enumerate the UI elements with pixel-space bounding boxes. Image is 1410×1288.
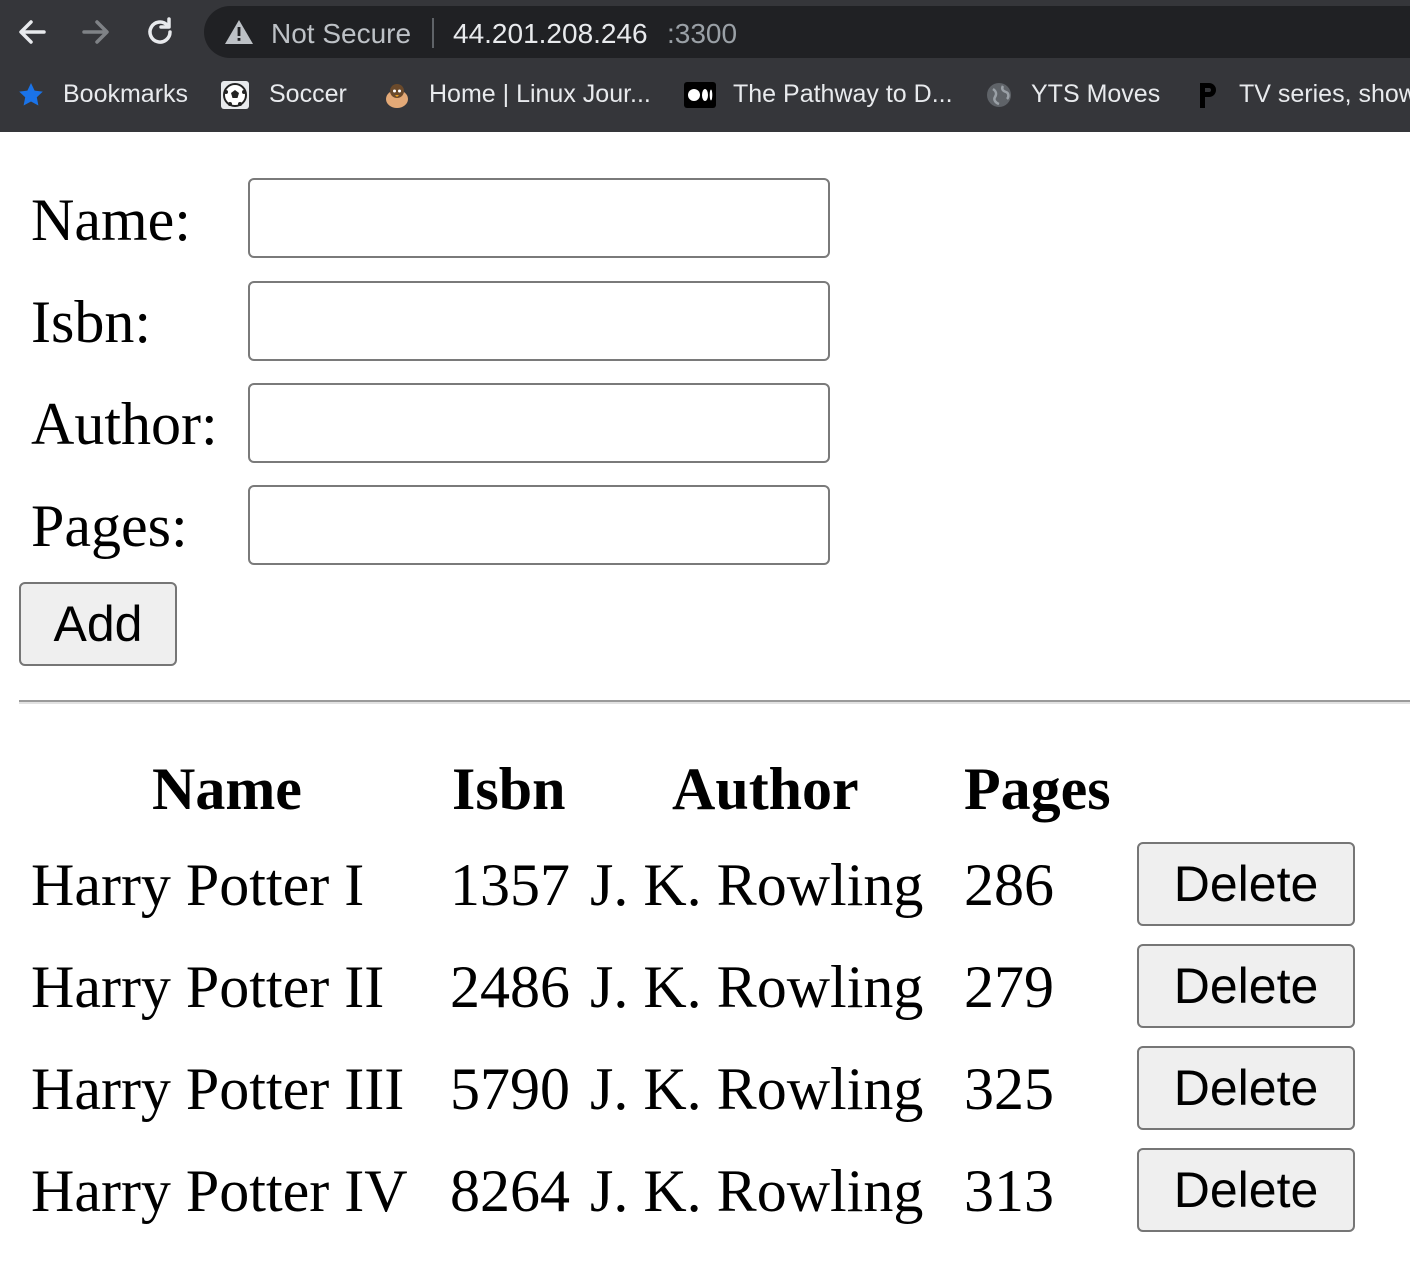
header-name: Name	[152, 756, 302, 822]
name-input[interactable]	[248, 178, 830, 258]
cell-name: Harry Potter II	[31, 954, 385, 1020]
bookmark-yts[interactable]: YTS Moves	[984, 76, 1164, 112]
medium-icon	[684, 80, 716, 110]
cell-isbn: 5790	[450, 1056, 570, 1122]
bookmark-tv-series[interactable]: TV series, show	[1194, 76, 1410, 112]
address-separator	[432, 18, 434, 48]
pages-label: Pages:	[31, 493, 188, 559]
back-arrow-icon[interactable]	[12, 12, 52, 52]
bookmark-label: Soccer	[269, 80, 347, 108]
bookmark-label: The Pathway to D...	[733, 80, 953, 108]
url-port[interactable]: :3300	[667, 18, 737, 50]
bookmark-linux-journal[interactable]: Home | Linux Jour...	[382, 76, 662, 112]
url-host[interactable]: 44.201.208.246	[453, 18, 648, 50]
cell-pages: 325	[964, 1056, 1054, 1122]
bookmark-label: YTS Moves	[1031, 80, 1161, 108]
forward-arrow-icon[interactable]	[76, 12, 116, 52]
delete-button[interactable]: Delete	[1137, 1046, 1355, 1130]
header-isbn: Isbn	[452, 756, 566, 822]
bookmark-soccer[interactable]: Soccer	[220, 76, 360, 112]
p-letter-icon	[1194, 80, 1224, 110]
reload-icon[interactable]	[140, 12, 180, 52]
browser-toolbar: Not Secure 44.201.208.246 :3300 Bookmark…	[0, 0, 1410, 132]
cell-author: J. K. Rowling	[590, 852, 924, 918]
cell-name: Harry Potter III	[31, 1056, 405, 1122]
soccer-ball-icon	[220, 80, 250, 110]
cell-name: Harry Potter IV	[31, 1158, 408, 1224]
cell-author: J. K. Rowling	[590, 1056, 924, 1122]
isbn-input[interactable]	[248, 281, 830, 361]
bookmark-pathway[interactable]: The Pathway to D...	[684, 76, 954, 112]
cell-pages: 313	[964, 1158, 1054, 1224]
author-input[interactable]	[248, 383, 830, 463]
not-secure-label[interactable]: Not Secure	[271, 18, 411, 50]
delete-button[interactable]: Delete	[1137, 944, 1355, 1028]
globe-icon	[984, 80, 1014, 110]
bookmark-label: Bookmarks	[63, 80, 189, 108]
pages-input[interactable]	[248, 485, 830, 565]
header-author: Author	[672, 756, 859, 822]
bookmark-bookmarks[interactable]: Bookmarks	[16, 76, 196, 112]
add-button[interactable]: Add	[19, 582, 177, 666]
warning-triangle-icon[interactable]	[224, 19, 254, 50]
bookmark-label: TV series, show	[1239, 80, 1410, 108]
isbn-label: Isbn:	[31, 289, 151, 355]
header-pages: Pages	[964, 756, 1111, 822]
delete-button[interactable]: Delete	[1137, 1148, 1355, 1232]
author-label: Author:	[31, 391, 218, 457]
cell-author: J. K. Rowling	[590, 1158, 924, 1224]
divider	[19, 700, 1410, 704]
cell-pages: 286	[964, 852, 1054, 918]
address-bar[interactable]: Not Secure 44.201.208.246 :3300	[204, 6, 1410, 58]
cell-author: J. K. Rowling	[590, 954, 924, 1020]
cell-pages: 279	[964, 954, 1054, 1020]
star-icon	[16, 80, 46, 110]
penguin-icon	[382, 80, 412, 110]
cell-isbn: 1357	[450, 852, 570, 918]
cell-name: Harry Potter I	[31, 852, 365, 918]
cell-isbn: 2486	[450, 954, 570, 1020]
cell-isbn: 8264	[450, 1158, 570, 1224]
name-label: Name:	[31, 187, 191, 253]
bookmark-label: Home | Linux Jour...	[429, 80, 651, 108]
delete-button[interactable]: Delete	[1137, 842, 1355, 926]
